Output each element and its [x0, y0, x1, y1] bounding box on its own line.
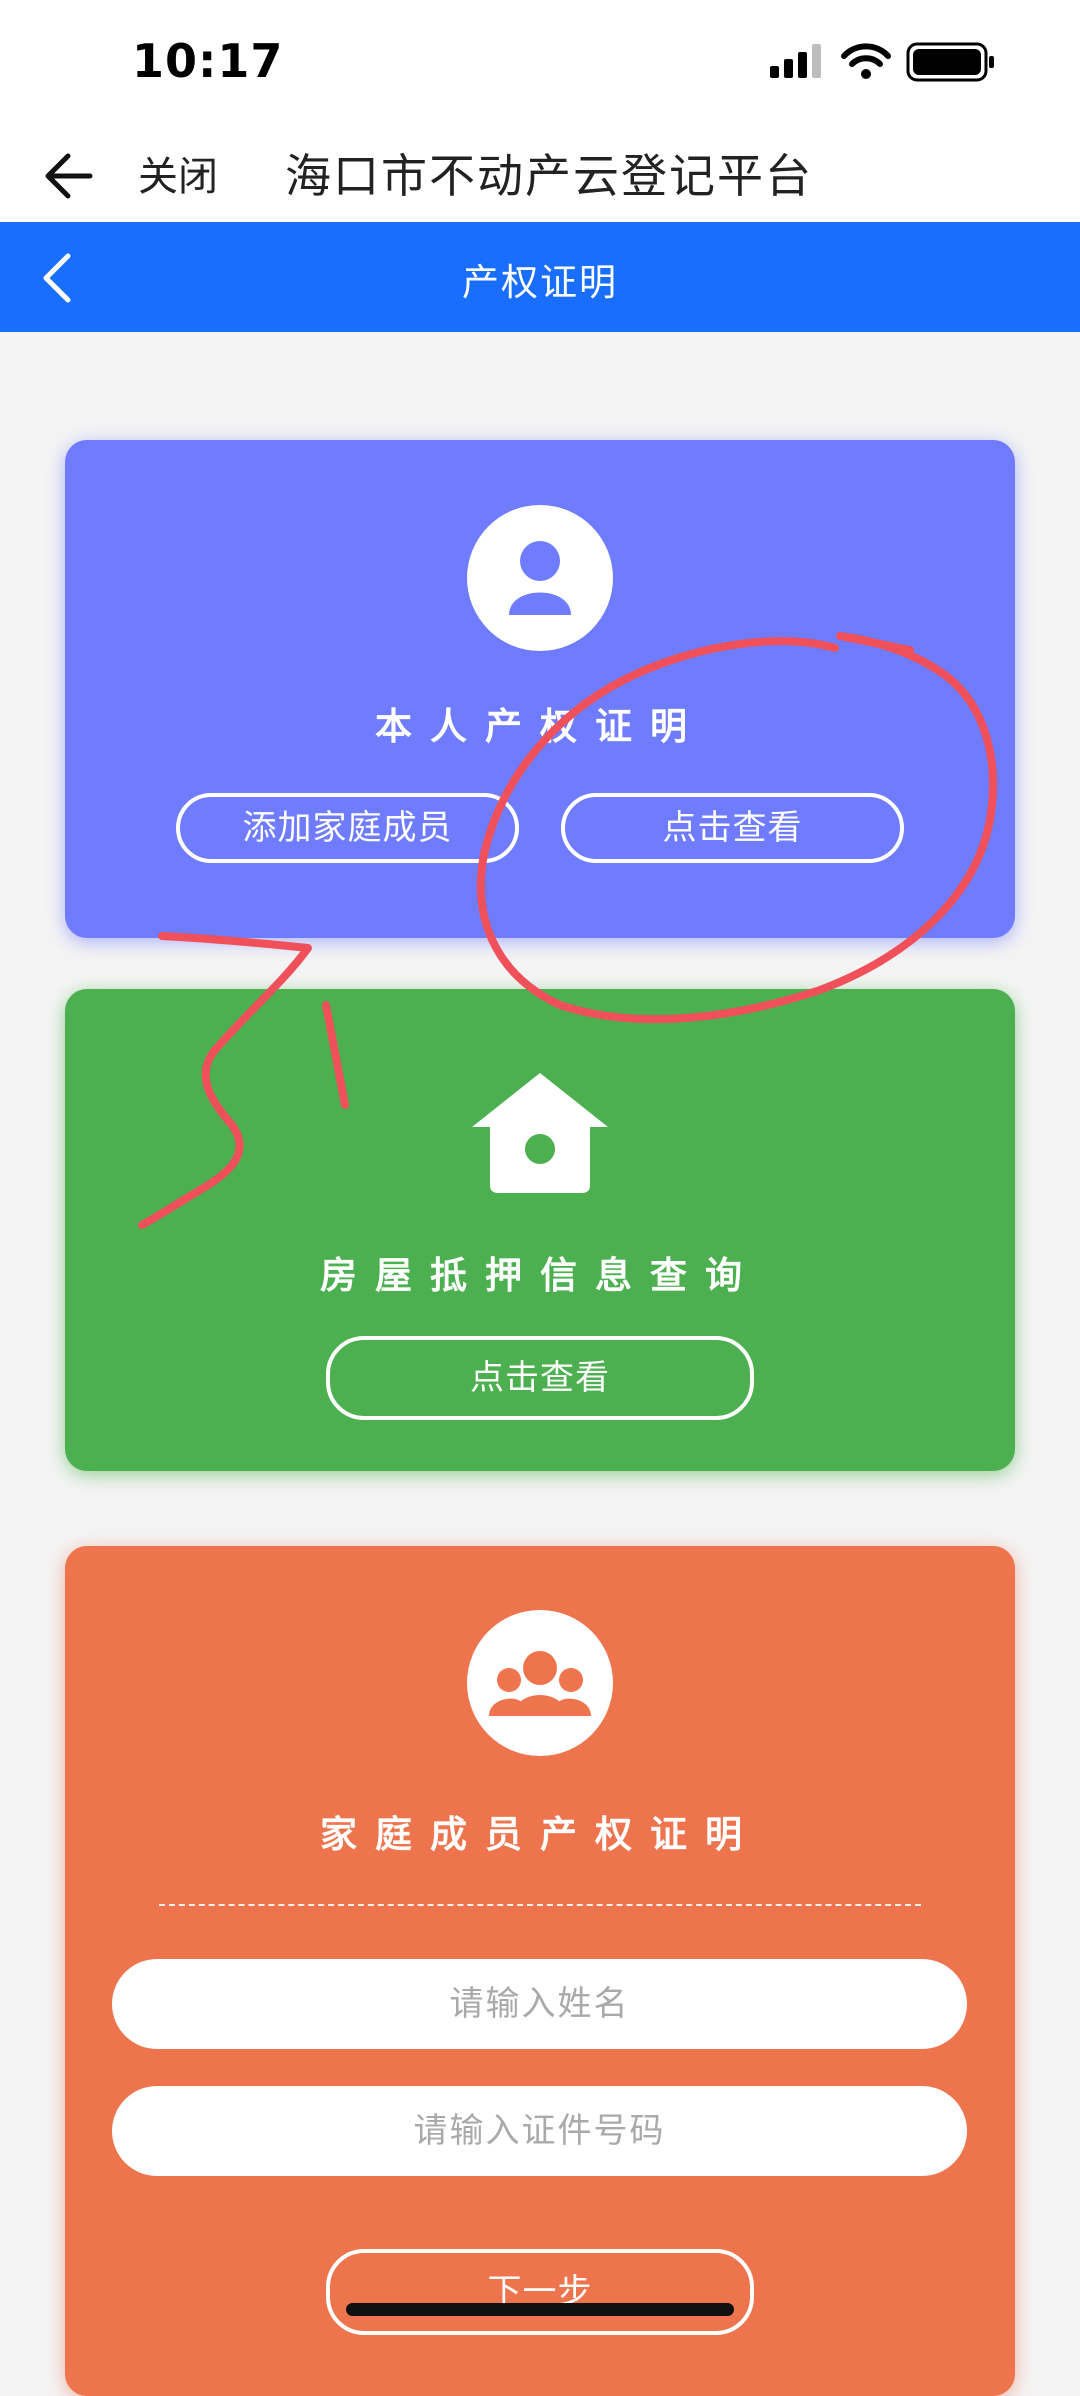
status-icons	[770, 42, 994, 82]
person-icon	[509, 541, 571, 615]
close-button[interactable]: 关闭	[138, 144, 218, 202]
mortgage-card-title: 房屋抵押信息查询	[320, 1254, 760, 1297]
page-title: 产权证明	[462, 261, 618, 304]
signal-icon	[770, 44, 821, 78]
family-card-title: 家庭成员产权证明	[320, 1813, 760, 1856]
family-property-card: 家庭成员产权证明 请输入姓名 请输入证件号码 下一步	[65, 1546, 1015, 2396]
app-title: 海口市不动产云登记平台	[285, 149, 813, 203]
status-bar: 10:17	[0, 0, 1080, 130]
divider	[159, 1904, 921, 1906]
self-card-title: 本人产权证明	[375, 705, 705, 748]
group-icon-circle	[467, 1610, 613, 1756]
person-icon-circle	[467, 505, 613, 651]
name-input[interactable]: 请输入姓名	[112, 1959, 967, 2049]
back-arrow-icon[interactable]	[40, 144, 104, 208]
self-property-card: 本人产权证明 添加家庭成员 点击查看	[65, 440, 1015, 938]
nav-bar: 产权证明	[0, 222, 1080, 332]
id-number-input[interactable]: 请输入证件号码	[112, 2086, 967, 2176]
title-bar: 关闭 海口市不动产云登记平台	[0, 130, 1080, 222]
next-step-button[interactable]: 下一步	[326, 2249, 754, 2335]
add-family-member-button[interactable]: 添加家庭成员	[176, 793, 519, 863]
self-view-button[interactable]: 点击查看	[561, 793, 904, 863]
wifi-icon	[841, 43, 891, 79]
house-icon	[472, 1073, 608, 1193]
group-icon	[489, 1651, 591, 1716]
mortgage-query-card: 房屋抵押信息查询 点击查看	[65, 989, 1015, 1471]
battery-icon	[906, 42, 994, 82]
mortgage-view-button[interactable]: 点击查看	[326, 1336, 754, 1420]
home-indicator	[346, 2303, 734, 2316]
status-time: 10:17	[132, 34, 284, 88]
